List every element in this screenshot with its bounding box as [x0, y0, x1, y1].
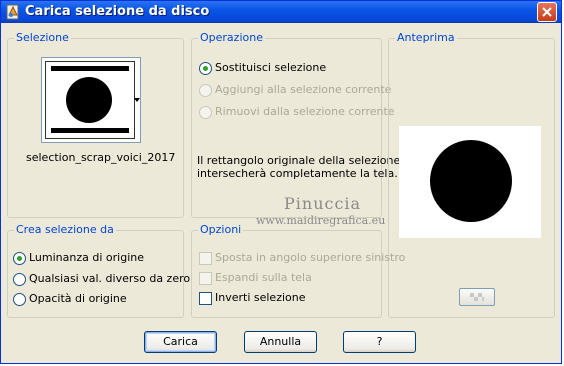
anteprima-legend: Anteprima — [395, 31, 457, 44]
load-selection-dialog: Carica selezione da disco Selezione sele… — [0, 0, 562, 364]
watermark-site: www.maidiregrafica.eu — [256, 214, 386, 227]
checker-icon — [470, 293, 484, 301]
operation-message-line1: Il rettangolo originale della selezione — [197, 154, 401, 167]
radio-opacita-label[interactable]: Opacità di origine — [29, 292, 127, 305]
crea-selezione-legend: Crea selezione da — [14, 223, 116, 236]
help-button[interactable]: ? — [343, 331, 416, 353]
radio-sostituisci-label[interactable]: Sostituisci selezione — [215, 61, 326, 74]
checkbox-sposta-label[interactable]: Sposta in angolo superiore sinistro — [215, 251, 405, 264]
app-icon — [6, 4, 19, 20]
checkbox-espandi-label[interactable]: Espandi sulla tela — [215, 271, 312, 284]
close-icon — [542, 7, 552, 17]
watermark-name: Pinuccia — [284, 194, 362, 213]
operation-message-line2: intersecherà completamente la tela. — [197, 167, 398, 180]
checkbox-sposta[interactable] — [199, 252, 212, 265]
preview-canvas — [399, 126, 541, 238]
selezione-legend: Selezione — [14, 31, 71, 44]
dropdown-arrow-icon[interactable] — [134, 98, 140, 102]
radio-rimuovi-label[interactable]: Rimuovi dalla selezione corrente — [215, 105, 395, 118]
radio-luminanza-label[interactable]: Luminanza di origine — [29, 251, 144, 264]
window-title: Carica selezione da disco — [25, 4, 210, 19]
checkbox-espandi[interactable] — [199, 272, 212, 285]
radio-rimuovi[interactable] — [199, 106, 212, 119]
radio-sostituisci[interactable] — [199, 62, 212, 75]
selection-file-picker[interactable] — [41, 57, 141, 143]
checkbox-inverti[interactable] — [199, 292, 212, 305]
title-bar[interactable]: Carica selezione da disco — [1, 1, 561, 23]
preview-zoom-button[interactable] — [459, 288, 495, 306]
radio-aggiungi[interactable] — [199, 84, 212, 97]
opzioni-legend: Opzioni — [198, 223, 244, 236]
radio-qualsiasi[interactable] — [13, 273, 26, 286]
selection-filename: selection_scrap_voici_2017 — [26, 151, 176, 164]
annulla-button[interactable]: Annulla — [244, 331, 317, 353]
close-button[interactable] — [537, 2, 557, 22]
radio-aggiungi-label[interactable]: Aggiungi alla selezione corrente — [215, 83, 391, 96]
radio-opacita[interactable] — [13, 293, 26, 306]
radio-luminanza[interactable] — [13, 252, 26, 265]
checkbox-inverti-label[interactable]: Inverti selezione — [215, 291, 306, 304]
selection-thumbnail — [45, 61, 135, 139]
carica-button[interactable]: Carica — [144, 331, 217, 353]
radio-qualsiasi-label[interactable]: Qualsiasi val. diverso da zero — [29, 272, 190, 285]
operazione-legend: Operazione — [198, 31, 265, 44]
